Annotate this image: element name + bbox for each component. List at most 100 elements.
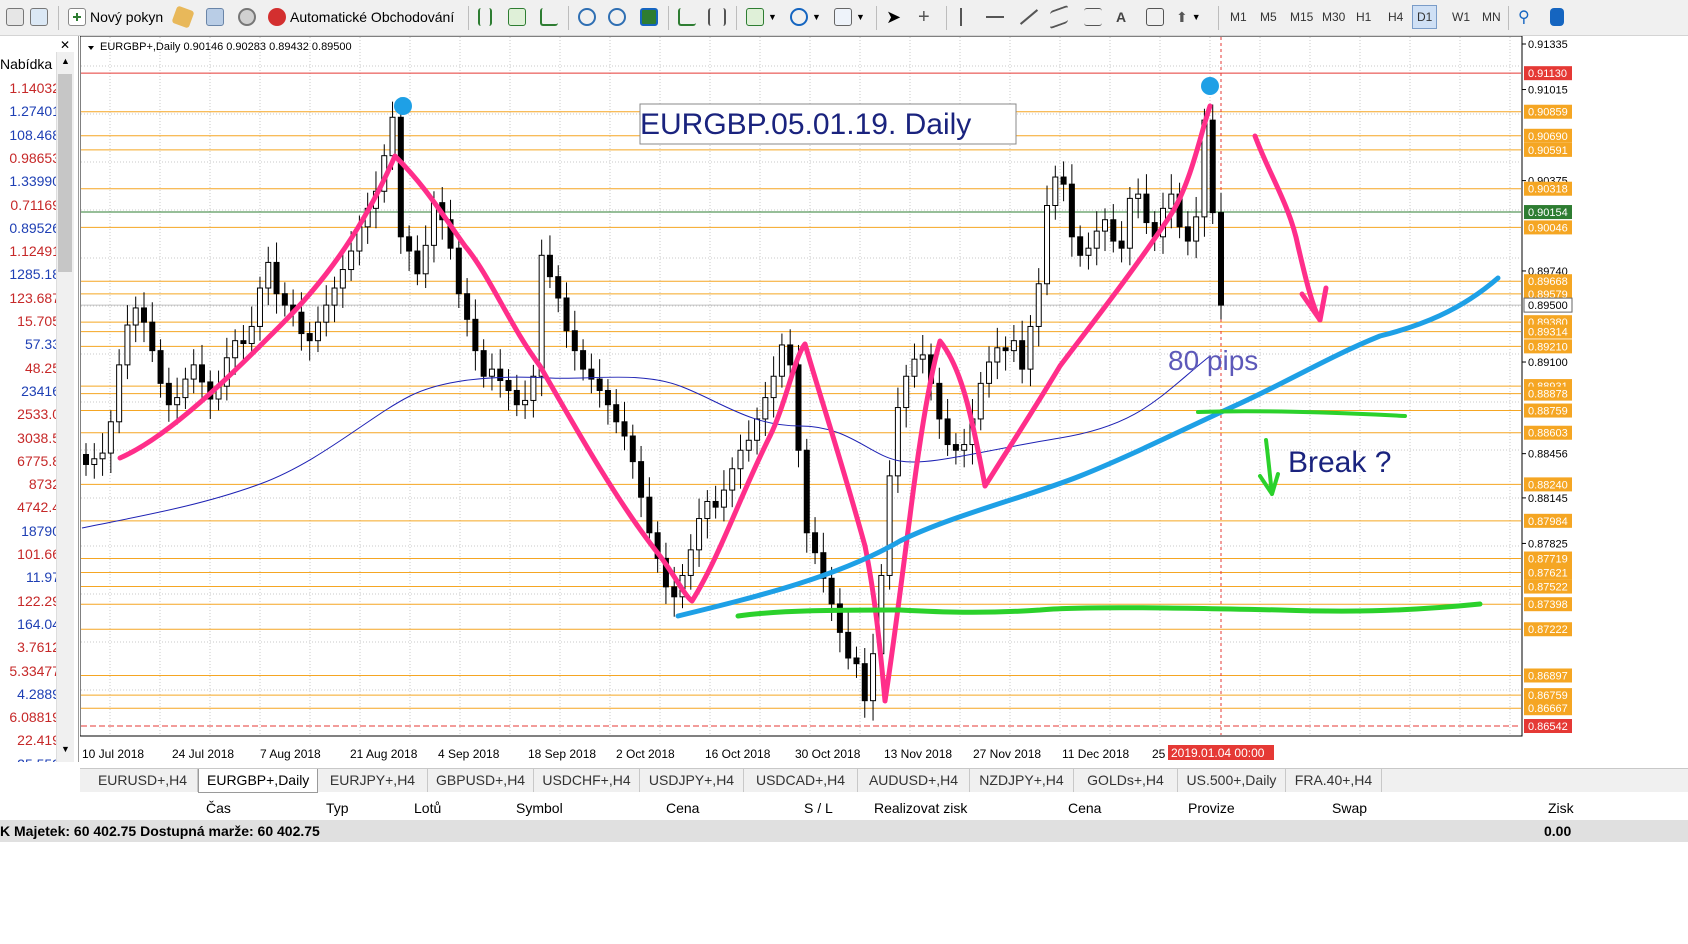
chart-tab[interactable]: US.500+,Daily — [1178, 769, 1286, 792]
market-watch-bid[interactable]: 5.33477 — [0, 663, 60, 679]
chart-tab[interactable]: EURUSD+,H4 — [88, 769, 198, 792]
market-watch-bid[interactable]: 0.89526 — [0, 220, 60, 236]
chart-tab[interactable]: AUDUSD+,H4 — [858, 769, 970, 792]
bar-chart-button[interactable] — [478, 5, 492, 29]
market-watch-bid[interactable]: 4.2889 — [0, 686, 60, 702]
market-watch-bid[interactable]: 23416 — [0, 383, 60, 399]
column-symbol[interactable]: Symbol — [516, 800, 563, 816]
cursor-button[interactable]: ➤ — [886, 5, 901, 29]
timeframe-mn[interactable]: MN — [1482, 10, 1501, 24]
market-watch-bid[interactable]: 101.66 — [0, 546, 60, 562]
market-watch-bid[interactable]: 1.14032 — [0, 80, 60, 96]
indicators-button[interactable]: ▼ — [746, 5, 777, 29]
chart-tab[interactable]: USDJPY+,H4 — [640, 769, 744, 792]
column-profit[interactable]: Zisk — [1548, 800, 1574, 816]
arrows-button[interactable]: ⬆ ▼ — [1176, 5, 1201, 29]
search-button[interactable]: ⚲ — [1518, 5, 1530, 29]
chart-tab[interactable]: EURGBP+,Daily — [198, 769, 318, 793]
market-watch-bid[interactable]: 1.27401 — [0, 103, 60, 119]
horizontal-line-button[interactable] — [986, 5, 1004, 29]
market-watch-bid[interactable]: 6775.8 — [0, 453, 60, 469]
timeframe-m30[interactable]: M30 — [1322, 10, 1345, 24]
history-button[interactable] — [171, 5, 195, 29]
price-chart[interactable]: 0.91335 0.91130 0.91015 0.90859 0.90690 0.905… — [80, 36, 1688, 762]
market-watch-bid[interactable]: 164.04 — [0, 616, 60, 632]
column-commission[interactable]: Provize — [1188, 800, 1235, 816]
timeframe-d1[interactable]: D1 — [1412, 5, 1438, 29]
market-watch-bid[interactable]: 2533.0 — [0, 406, 60, 422]
chart-tab[interactable]: GOLDs+,H4 — [1074, 769, 1178, 792]
column-swap[interactable]: Swap — [1332, 800, 1367, 816]
timeframe-m15[interactable]: M15 — [1290, 10, 1313, 24]
column-sl[interactable]: S / L — [804, 800, 833, 816]
close-icon[interactable]: ✕ — [60, 38, 70, 52]
column-close-price[interactable]: Cena — [1068, 800, 1101, 816]
market-watch-bid[interactable]: 0.98653 — [0, 150, 60, 166]
zoom-window-button[interactable] — [30, 5, 48, 29]
print-button[interactable] — [206, 5, 224, 29]
chart-tab[interactable]: FRA.40+,H4 — [1286, 769, 1382, 792]
chart-tab[interactable]: USDCHF+,H4 — [534, 769, 640, 792]
chart-tab[interactable]: GBPUSD+,H4 — [428, 769, 534, 792]
timeframe-m1[interactable]: M1 — [1230, 10, 1247, 24]
timeframe-m5[interactable]: M5 — [1260, 10, 1277, 24]
column-take-profit[interactable]: Realizovat zisk — [874, 800, 967, 816]
market-watch-bid[interactable]: 57.33 — [0, 336, 60, 352]
market-watch-bid[interactable]: 48.25 — [0, 360, 60, 376]
vertical-line-button[interactable] — [960, 5, 962, 29]
timeframe-h4[interactable]: H4 — [1388, 10, 1403, 24]
market-watch-bid[interactable]: 1285.18 — [0, 266, 60, 282]
chart-tab[interactable]: USDCAD+,H4 — [744, 769, 858, 792]
market-watch-bid[interactable]: 122.29 — [0, 593, 60, 609]
trendline-button[interactable] — [1018, 5, 1040, 29]
timeframe-h1[interactable]: H1 — [1356, 10, 1371, 24]
chart-tab[interactable]: NZDJPY+,H4 — [970, 769, 1074, 792]
scroll-down-icon[interactable]: ▼ — [61, 744, 70, 754]
market-watch-bid[interactable]: 18790 — [0, 523, 60, 539]
market-watch-bid[interactable]: 22.419 — [0, 732, 60, 748]
chart-new-button[interactable] — [6, 5, 24, 29]
market-watch-bid[interactable]: 6.08819 — [0, 709, 60, 725]
scroll-up-icon[interactable]: ▲ — [61, 56, 70, 66]
scrollbar[interactable]: ▲ ▼ — [56, 52, 74, 762]
chart-canvas[interactable]: 0.91335 0.91130 0.91015 0.90859 0.90690 0.905… — [80, 36, 1688, 762]
column-lots[interactable]: Lotů — [414, 800, 441, 816]
market-watch-bid[interactable]: 123.687 — [0, 290, 60, 306]
column-price[interactable]: Cena — [666, 800, 699, 816]
timeframe-w1[interactable]: W1 — [1452, 10, 1470, 24]
market-watch-bid[interactable]: 1.33990 — [0, 173, 60, 189]
market-watch-bid[interactable]: 25.559 — [0, 756, 60, 762]
market-watch-bid[interactable]: 108.468 — [0, 127, 60, 143]
zoom-in-button[interactable] — [578, 5, 596, 29]
channel-button[interactable] — [1050, 4, 1068, 30]
signals-button[interactable] — [238, 5, 256, 29]
column-time[interactable]: Čas — [206, 800, 231, 816]
market-watch-bid[interactable]: 3.7612 — [0, 639, 60, 655]
new-order-button[interactable]: Nový pokyn — [68, 5, 163, 29]
market-watch-bid[interactable]: 15.705 — [0, 313, 60, 329]
periods-button[interactable]: ▼ — [790, 5, 821, 29]
bid-column-header[interactable]: Nabídka — [0, 56, 62, 76]
balance-row[interactable]: K Majetek: 60 402.75 Dostupná marže: 60 … — [0, 820, 1688, 842]
market-watch-bid[interactable]: 3038.5 — [0, 430, 60, 446]
auto-trading-button[interactable]: Automatické Obchodování — [268, 5, 454, 29]
chart-tab[interactable]: EURJPY+,H4 — [318, 769, 428, 792]
zoom-out-button[interactable] — [608, 5, 626, 29]
tile-windows-button[interactable] — [640, 5, 658, 29]
auto-scroll-button[interactable] — [678, 5, 696, 29]
line-chart-button[interactable] — [540, 5, 558, 29]
scrollbar-thumb[interactable] — [58, 74, 72, 272]
market-watch-bid[interactable]: 11.97 — [0, 569, 60, 585]
candle-chart-button[interactable] — [508, 5, 526, 29]
chat-button[interactable] — [1550, 5, 1564, 29]
chart-shift-button[interactable] — [708, 5, 726, 29]
templates-button[interactable]: ▼ — [834, 5, 865, 29]
text-label-button[interactable] — [1146, 5, 1164, 29]
text-button[interactable]: A — [1116, 5, 1126, 29]
fibonacci-button[interactable] — [1084, 5, 1102, 29]
market-watch-bid[interactable]: 4742.4 — [0, 499, 60, 515]
market-watch-bid[interactable]: 0.71169 — [0, 197, 60, 213]
column-type[interactable]: Typ — [326, 800, 349, 816]
crosshair-button[interactable]: + — [918, 5, 930, 29]
market-watch-bid[interactable]: 8732 — [0, 476, 60, 492]
